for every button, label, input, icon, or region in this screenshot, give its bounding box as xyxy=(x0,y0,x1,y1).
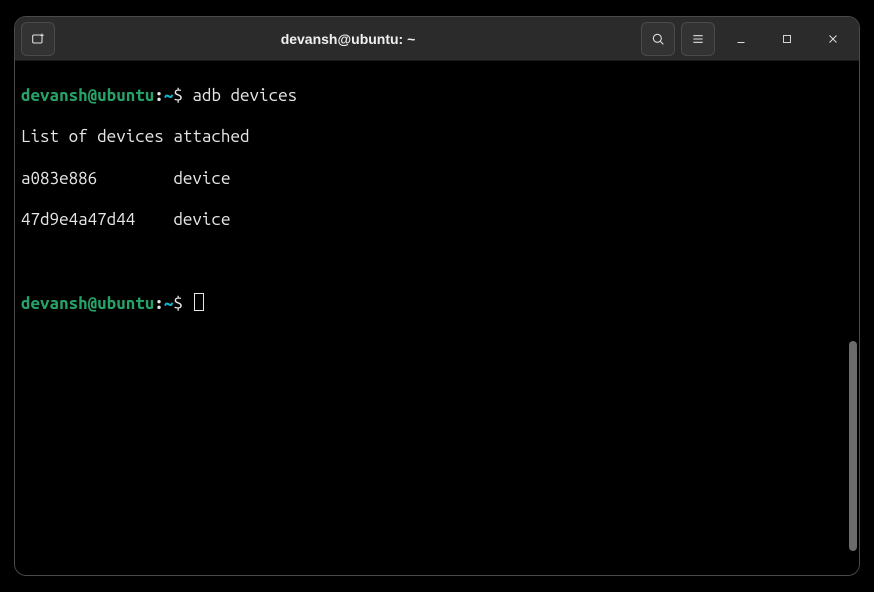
menu-button[interactable] xyxy=(681,22,715,56)
close-button[interactable] xyxy=(813,22,853,56)
hamburger-icon xyxy=(690,31,706,47)
prompt-line-2: devansh@ubuntu:~$ xyxy=(21,293,853,315)
command-text: adb devices xyxy=(192,86,297,105)
titlebar-left xyxy=(21,22,55,56)
search-icon xyxy=(650,31,666,47)
device-row-1: 47d9e4a47d44 device xyxy=(21,210,853,231)
titlebar-right xyxy=(641,22,853,56)
minimize-button[interactable] xyxy=(721,22,761,56)
prompt-dollar: $ xyxy=(173,86,183,105)
maximize-icon xyxy=(780,32,794,46)
new-tab-button[interactable] xyxy=(21,22,55,56)
new-tab-icon xyxy=(30,31,46,47)
minimize-icon xyxy=(734,32,748,46)
prompt-sep: : xyxy=(154,86,164,105)
terminal-body[interactable]: devansh@ubuntu:~$ adb devices List of de… xyxy=(15,61,859,575)
device-state: device xyxy=(173,210,230,229)
prompt-user: devansh@ubuntu xyxy=(21,86,154,105)
window-title: devansh@ubuntu: ~ xyxy=(55,31,641,47)
prompt-line-1: devansh@ubuntu:~$ adb devices xyxy=(21,86,853,107)
prompt-path: ~ xyxy=(164,86,174,105)
maximize-button[interactable] xyxy=(767,22,807,56)
search-button[interactable] xyxy=(641,22,675,56)
device-serial: a083e886 xyxy=(21,169,97,188)
cursor xyxy=(194,293,204,311)
close-icon xyxy=(826,32,840,46)
terminal-window: devansh@ubuntu: ~ devansh@ubuntu:~$ adb … xyxy=(14,16,860,576)
prompt-path: ~ xyxy=(164,294,174,313)
device-state: device xyxy=(173,169,230,188)
titlebar: devansh@ubuntu: ~ xyxy=(15,17,859,61)
prompt-sep: : xyxy=(154,294,164,313)
scrollbar-thumb[interactable] xyxy=(849,341,857,551)
output-header: List of devices attached xyxy=(21,127,853,148)
blank-line xyxy=(21,252,853,273)
prompt-user: devansh@ubuntu xyxy=(21,294,154,313)
prompt-dollar: $ xyxy=(173,294,183,313)
device-serial: 47d9e4a47d44 xyxy=(21,210,135,229)
device-row-0: a083e886 device xyxy=(21,169,853,190)
